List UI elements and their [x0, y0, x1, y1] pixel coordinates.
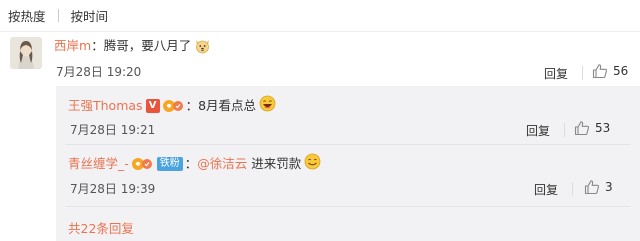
action-divider [572, 182, 573, 196]
sort-bar: 按热度 按时间 [0, 0, 640, 32]
reply-item: 王强Thomas V ：8月看点总 7月28日 19:21 回复 53 [56, 86, 640, 138]
sort-by-hot-tab[interactable]: 按热度 [8, 6, 46, 25]
reply-username[interactable]: 青丝缠学_- [68, 155, 129, 173]
dog-emoji-icon [194, 37, 211, 59]
v-badge-icon: V [145, 99, 160, 113]
reply-like-button[interactable]: 3 [584, 179, 613, 195]
reply-colon: ： [184, 156, 198, 171]
reply-text-line: 青丝缠学_- 铁粉 ： @徐洁云 进来罚款 [68, 153, 321, 175]
action-divider [582, 66, 583, 80]
thumbs-up-icon [584, 180, 600, 195]
replies-panel: 王强Thomas V ：8月看点总 7月28日 19:21 回复 53 青丝缠学… [56, 86, 640, 241]
mention-link[interactable]: @徐洁云 [197, 155, 247, 173]
reply-like-count: 3 [605, 180, 613, 194]
sort-divider [57, 9, 59, 22]
reply-like-button[interactable]: 53 [574, 120, 610, 136]
comment-username[interactable]: 西岸m [54, 38, 91, 53]
comment-body: ：腾哥，要八月了 [91, 38, 192, 53]
reply-reply-button[interactable]: 回复 [526, 122, 550, 139]
thumbs-up-icon [592, 64, 608, 79]
grin-emoji-icon [304, 153, 321, 175]
avatar-image [10, 37, 42, 69]
reply-username[interactable]: 王强Thomas [68, 97, 143, 115]
fan-badge-icon [131, 157, 153, 171]
view-all-replies-link[interactable]: 共22条回复 [68, 218, 134, 237]
reply-time: 7月28日 19:21 [70, 123, 156, 137]
reply-body: 进来罚款 [251, 156, 302, 171]
reply-item: 青丝缠学_- 铁粉 ： @徐洁云 进来罚款 7月28日 19:39 回复 3 [56, 144, 640, 204]
comment-like-button[interactable]: 56 [592, 63, 628, 79]
comment-time: 7月28日 19:20 [56, 65, 142, 79]
avatar[interactable] [10, 37, 42, 69]
fan-badge-icon [162, 99, 184, 113]
action-divider [564, 123, 565, 137]
comment-text-line: 西岸m：腾哥，要八月了 [54, 37, 211, 59]
thumbs-up-icon [574, 121, 590, 136]
comment-reply-button[interactable]: 回复 [544, 65, 568, 82]
reply-like-count: 53 [595, 121, 611, 135]
reply-time: 7月28日 19:39 [70, 182, 156, 196]
reply-text-line: 王强Thomas V ：8月看点总 [68, 95, 276, 117]
comment-item: 西岸m：腾哥，要八月了 7月28日 19:20 回复 56 [0, 32, 640, 90]
laugh-emoji-icon [259, 95, 276, 117]
reply-divider [66, 206, 630, 207]
comment-like-count: 56 [613, 64, 629, 78]
reply-body: ：8月看点总 [185, 98, 257, 113]
reply-reply-button[interactable]: 回复 [534, 181, 558, 198]
iron-fan-badge: 铁粉 [156, 157, 183, 171]
sort-by-time-tab[interactable]: 按时间 [71, 6, 109, 25]
